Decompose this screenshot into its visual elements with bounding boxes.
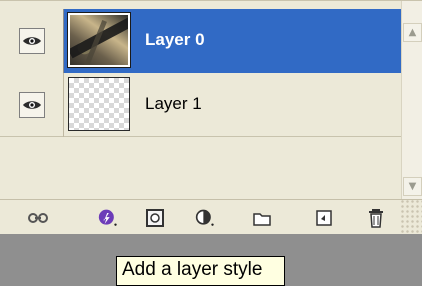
transparency-thumbnail: [69, 78, 129, 130]
link-layers-button[interactable]: [28, 208, 48, 228]
layer-thumbnail[interactable]: [68, 77, 130, 131]
link-layers-icon: [28, 213, 48, 223]
layer-name[interactable]: Layer 0: [145, 29, 205, 51]
resize-grip[interactable]: [400, 199, 422, 234]
eye-icon: [22, 37, 41, 45]
adjustment-layer-icon: [195, 209, 214, 226]
delete-layer-button[interactable]: [366, 208, 386, 228]
new-layer-icon: [316, 210, 332, 226]
visibility-toggle[interactable]: [18, 92, 45, 118]
layer-name[interactable]: Layer 1: [145, 93, 202, 115]
visibility-cell[interactable]: [0, 73, 64, 137]
layers-list: Layer 0 Layer 1: [0, 1, 401, 199]
adjustment-layer-button[interactable]: [195, 208, 215, 228]
visibility-cell[interactable]: [0, 9, 64, 73]
new-layer-button[interactable]: [314, 208, 334, 228]
layer-row-layer-0[interactable]: Layer 0: [0, 9, 401, 73]
photo-thumbnail: [70, 15, 128, 65]
vertical-scrollbar[interactable]: ▲ ▼: [401, 1, 422, 199]
layer-thumbnail[interactable]: [67, 12, 131, 68]
layers-toolbar: [0, 199, 422, 234]
layer-row-layer-1[interactable]: Layer 1: [0, 73, 401, 137]
new-group-button[interactable]: [252, 208, 272, 228]
tooltip: Add a layer style: [116, 256, 285, 286]
layers-panel: Layer 0 Layer 1 ▲ ▼: [0, 0, 422, 234]
tooltip-text: Add a layer style: [122, 259, 263, 280]
add-layer-mask-icon: [146, 209, 164, 227]
scroll-down-button[interactable]: ▼: [403, 177, 422, 196]
chevron-up-icon: ▲: [408, 27, 417, 38]
scroll-up-button[interactable]: ▲: [403, 23, 422, 42]
add-layer-mask-button[interactable]: [145, 208, 165, 228]
visibility-toggle[interactable]: [18, 28, 45, 54]
new-group-icon: [253, 213, 271, 226]
add-layer-style-button[interactable]: [98, 208, 118, 228]
eye-icon: [22, 101, 41, 109]
chevron-down-icon: ▼: [408, 181, 417, 192]
delete-layer-icon: [369, 209, 383, 228]
add-layer-style-icon: [98, 209, 117, 226]
